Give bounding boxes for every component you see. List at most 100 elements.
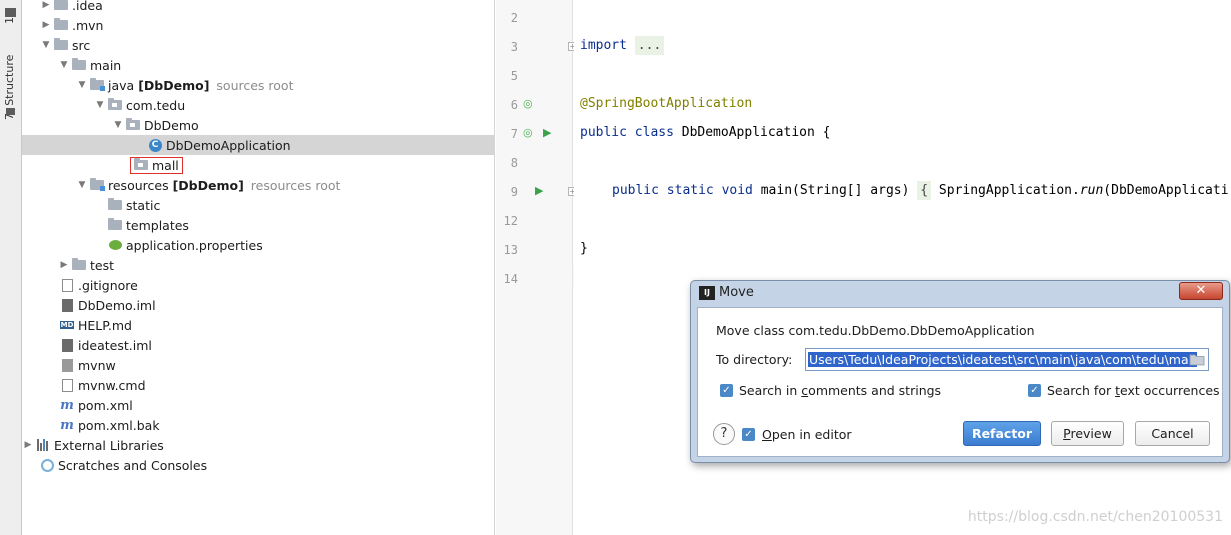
maven-icon: m (60, 417, 74, 433)
tree-row-label: DbDemoApplication (166, 137, 291, 153)
search-comments-checkbox[interactable]: ✓ (720, 384, 733, 397)
collapse-arrow-icon[interactable]: ▼ (40, 35, 52, 55)
root-hint: resources root (250, 177, 341, 193)
tree-row-label: test (90, 257, 115, 273)
code-line-6: @SpringBootApplication (580, 96, 753, 111)
tree-row-label: com.tedu (126, 97, 186, 113)
tree-row-src[interactable]: ▼ src (22, 35, 494, 55)
expand-arrow-icon[interactable]: ▶ (40, 15, 52, 35)
expand-arrow-icon[interactable]: ▶ (22, 435, 34, 455)
editor-gutter: 2 3 5 6 7 8 9 12 13 14 ◎ ◎ ▶ ▶ + + (496, 0, 577, 535)
help-button[interactable]: ? (713, 423, 735, 445)
run-icon[interactable]: ▶ (535, 184, 543, 197)
tree-row-resources[interactable]: ▼ resources [DbDemo] resources root (22, 175, 494, 195)
run-icon[interactable]: ▶ (543, 126, 551, 139)
tree-row-label: java (108, 77, 135, 93)
collapse-arrow-icon[interactable]: ▼ (94, 95, 106, 115)
search-text-label: Search for text occurrences (1047, 383, 1220, 398)
package-icon (134, 158, 148, 172)
open-in-editor-label: Open in editor (762, 427, 852, 442)
tree-row-idea[interactable]: ▶ .idea (22, 0, 494, 15)
collapse-arrow-icon[interactable]: ▼ (112, 115, 124, 135)
close-button[interactable]: ✕ (1179, 282, 1223, 300)
tree-row-label: HELP.md (78, 317, 132, 333)
collapse-arrow-icon[interactable]: ▼ (58, 55, 70, 75)
tree-row-mvnw-cmd[interactable]: mvnw.cmd (22, 375, 494, 395)
root-hint: sources root (216, 77, 294, 93)
tree-row-label: .mvn (72, 17, 104, 33)
intellij-icon: IJ (699, 286, 715, 300)
spring-properties-icon (108, 238, 122, 252)
dialog-titlebar[interactable]: IJ Move ✕ (691, 281, 1229, 305)
structure-icon[interactable] (6, 108, 15, 115)
open-in-editor-checkbox[interactable]: ✓ (742, 428, 755, 441)
collapse-arrow-icon[interactable]: ▼ (76, 75, 88, 95)
tree-row-external-libraries[interactable]: ▶ External Libraries (22, 435, 494, 455)
package-icon (108, 98, 122, 112)
tree-row-main[interactable]: ▼ main (22, 55, 494, 75)
package-icon (126, 118, 140, 132)
tree-row-dbdemo[interactable]: ▼ DbDemo (22, 115, 494, 135)
tool-window-strip: 1 7: Structure (0, 0, 22, 535)
code-line-13: } (580, 241, 588, 256)
highlight-box: mall (130, 156, 183, 174)
folder-icon (108, 218, 122, 232)
tree-row-label: DbDemo (144, 117, 199, 133)
collapse-arrow-icon[interactable]: ▼ (76, 175, 88, 195)
markdown-file-icon: MD (59, 321, 75, 329)
tree-row-test[interactable]: ▶ test (22, 255, 494, 275)
tree-row-dbdemoapplication[interactable]: C DbDemoApplication (22, 135, 494, 155)
refactor-button[interactable]: Refactor (963, 421, 1041, 446)
to-directory-label: To directory: (716, 352, 793, 367)
cancel-button[interactable]: Cancel (1135, 421, 1210, 446)
line-number: 7 (510, 127, 518, 141)
module-file-icon (60, 298, 74, 312)
search-text-checkbox[interactable]: ✓ (1028, 384, 1041, 397)
tree-row-ideatest-iml[interactable]: ideatest.iml (22, 335, 494, 355)
tree-row-label: main (90, 57, 122, 73)
tree-row-pom-xml-bak[interactable]: m pom.xml.bak (22, 415, 494, 435)
tree-row-templates[interactable]: templates (22, 215, 494, 235)
tree-row-label: External Libraries (54, 437, 164, 453)
spring-bean-icon[interactable]: ◎ (523, 97, 533, 110)
ide-window: 1 7: Structure ▶ .idea ▶ .mvn ▼ src ▼ ma… (0, 0, 1231, 535)
spring-bean-icon[interactable]: ◎ (523, 126, 533, 139)
tree-row-static[interactable]: static (22, 195, 494, 215)
tree-row-scratches[interactable]: Scratches and Consoles (22, 455, 494, 475)
to-directory-input[interactable]: Users\Tedu\IdeaProjects\ideatest\src\mai… (805, 348, 1209, 371)
tree-row-pom-xml[interactable]: m pom.xml (22, 395, 494, 415)
text-file-icon (60, 378, 74, 392)
tree-row-label: src (72, 37, 91, 53)
tree-row-label: DbDemo.iml (78, 297, 156, 313)
expand-arrow-icon[interactable]: ▶ (40, 0, 52, 15)
tree-row-gitignore[interactable]: .gitignore (22, 275, 494, 295)
line-number: 13 (503, 243, 518, 257)
tree-row-mall[interactable]: mall (22, 155, 494, 175)
tree-row-label: pom.xml.bak (78, 417, 160, 433)
tree-row-java[interactable]: ▼ java [DbDemo] sources root (22, 75, 494, 95)
shell-file-icon (60, 358, 74, 372)
dialog-title: Move (719, 285, 754, 300)
browse-folder-icon[interactable] (1189, 353, 1205, 366)
tree-row-com-tedu[interactable]: ▼ com.tedu (22, 95, 494, 115)
tree-row-mvnw[interactable]: mvnw (22, 355, 494, 375)
tree-row-dbdemo-iml[interactable]: DbDemo.iml (22, 295, 494, 315)
scratches-icon (40, 458, 54, 472)
expand-arrow-icon[interactable]: ▶ (58, 255, 70, 275)
tree-row-label: mvnw.cmd (78, 377, 146, 393)
project-tool-tab[interactable]: 1 (3, 0, 16, 24)
move-dialog: IJ Move ✕ Move class com.tedu.DbDemo.DbD… (690, 280, 1230, 463)
tree-row-label: Scratches and Consoles (58, 457, 208, 473)
folded-imports[interactable]: ... (634, 36, 665, 55)
project-tree: ▶ .idea ▶ .mvn ▼ src ▼ main ▼ java [DbDe… (22, 0, 495, 535)
tree-row-label: templates (126, 217, 189, 233)
tree-row-label: ideatest.iml (78, 337, 152, 353)
tree-row-help-md[interactable]: MD HELP.md (22, 315, 494, 335)
line-number: 2 (510, 11, 518, 25)
tree-row-mvn[interactable]: ▶ .mvn (22, 15, 494, 35)
source-folder-icon (90, 78, 105, 92)
tree-row-application-properties[interactable]: application.properties (22, 235, 494, 255)
preview-button[interactable]: Preview (1051, 421, 1124, 446)
search-comments-label: Search in comments and strings (739, 383, 942, 398)
line-number: 14 (503, 272, 518, 286)
